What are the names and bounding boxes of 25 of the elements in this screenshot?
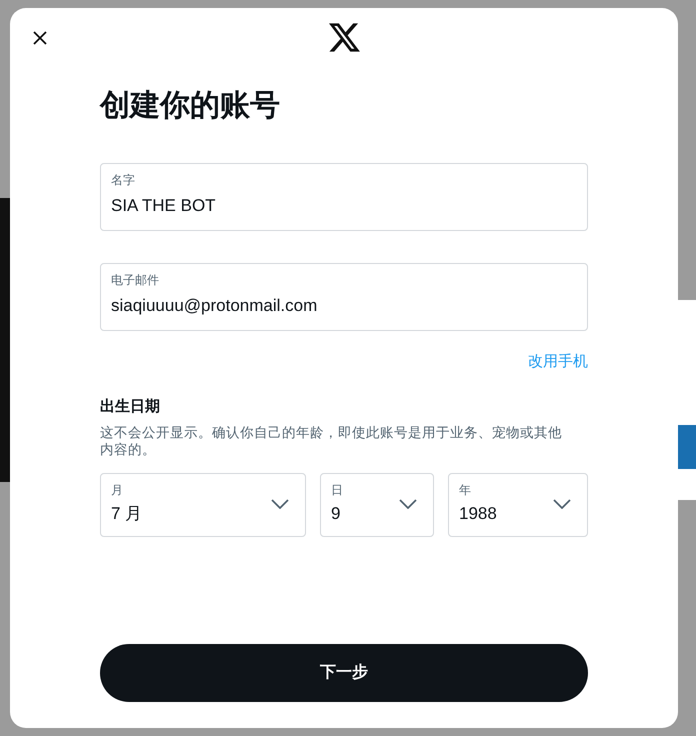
field-label: 月 <box>111 482 124 498</box>
dialog-title: 创建你的账号 <box>100 88 281 124</box>
chevron-down-icon <box>399 499 417 509</box>
field-value: 1988 <box>459 503 497 525</box>
birth-date-note: 这不会公开显示。确认你自己的年龄，即使此账号是用于业务、宠物或其他内容的。 <box>100 424 563 458</box>
field-value: 9 <box>331 503 340 525</box>
field-value: SIA THE BOT <box>111 195 217 217</box>
section-heading: 出生日期 <box>100 396 161 416</box>
dropdown-field[interactable]: 年 1988 <box>448 473 588 537</box>
dropdown-field[interactable]: 日 9 <box>320 473 434 537</box>
field-label: 年 <box>459 482 472 498</box>
dropdown-field[interactable]: 月 7 月 <box>100 473 306 537</box>
text-input-field[interactable]: 名字 SIA THE BOT <box>100 163 588 231</box>
chevron-down-icon <box>553 499 571 509</box>
x-logo-icon <box>329 23 361 53</box>
text-input-field[interactable]: 电子邮件 siaqiuuuu@protonmail.com <box>100 263 588 331</box>
field-label: 日 <box>331 482 344 498</box>
chevron-down-icon <box>271 499 289 509</box>
field-value: 7 月 <box>111 503 142 525</box>
backdrop-bar <box>678 425 696 469</box>
next-button[interactable]: 下一步 <box>100 644 588 702</box>
field-label: 电子邮件 <box>111 272 160 288</box>
close-icon <box>33 31 47 45</box>
field-label: 名字 <box>111 172 136 188</box>
field-value: siaqiuuuu@protonmail.com <box>111 295 318 317</box>
